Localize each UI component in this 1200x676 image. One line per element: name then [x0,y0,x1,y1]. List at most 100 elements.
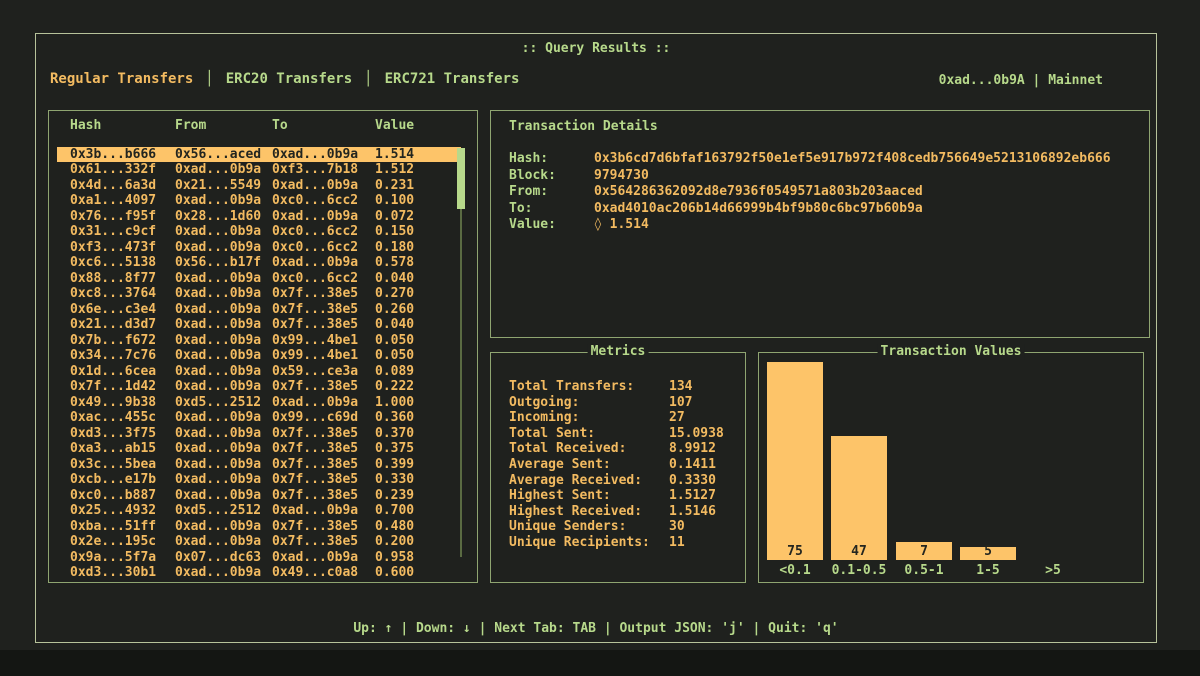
table-cell: 0.239 [375,488,461,504]
tab-erc20-transfers[interactable]: ERC20 Transfers [226,71,352,87]
scrollbar-track[interactable] [460,209,462,557]
metrics-title: Metrics [588,344,649,360]
table-cell: 0x99...c69d [272,410,375,426]
table-cell: 0xad...0b9a [175,488,272,504]
table-row[interactable]: 0x31...c9cf0xad...0b9a0xc0...6cc20.150 [57,224,461,240]
table-cell: 0.600 [375,565,461,581]
table-row[interactable]: 0x7f...1d420xad...0b9a0x7f...38e50.222 [57,379,461,395]
chart-x-tick-label: >5 [1025,564,1081,578]
table-cell: 0xad...0b9a [272,178,375,194]
table-cell: 0x61...332f [70,162,175,178]
table-row[interactable]: 0xf3...473f0xad...0b9a0xc0...6cc20.180 [57,240,461,256]
table-cell: 0xc6...5138 [70,255,175,271]
metric-row: Total Sent:15.0938 [509,426,745,442]
table-cell: 0xac...455c [70,410,175,426]
details-field-value: 0xad4010ac206b14d66999b4bf9b80c6bc97b60b… [594,201,1149,218]
details-field: Block:9794730 [509,168,1149,185]
table-cell: 0.040 [375,317,461,333]
table-row[interactable]: 0x3b...b6660x56...aced0xad...0b9a1.514 [57,147,461,163]
table-row[interactable]: 0x21...d3d70xad...0b9a0x7f...38e50.040 [57,317,461,333]
table-row[interactable]: 0x6e...c3e40xad...0b9a0x7f...38e50.260 [57,302,461,318]
table-cell: 0x99...4be1 [272,348,375,364]
tab-regular-transfers[interactable]: Regular Transfers [50,71,193,87]
table-cell: 0.260 [375,302,461,318]
metric-value: 30 [669,519,745,535]
table-cell: 1.512 [375,162,461,178]
table-row[interactable]: 0x25...49320xd5...25120xad...0b9a0.700 [57,503,461,519]
table-cell: 0x7f...38e5 [272,379,375,395]
table-row[interactable]: 0x2e...195c0xad...0b9a0x7f...38e50.200 [57,534,461,550]
table-cell: 1.514 [375,147,461,163]
details-field: Hash:0x3b6cd7d6bfaf163792f50e1ef5e917b97… [509,151,1149,168]
table-cell: 0xad...0b9a [175,286,272,302]
table-row[interactable]: 0xc0...b8870xad...0b9a0x7f...38e50.239 [57,488,461,504]
table-row[interactable]: 0xcb...e17b0xad...0b9a0x7f...38e50.330 [57,472,461,488]
table-row[interactable]: 0x1d...6cea0xad...0b9a0x59...ce3a0.089 [57,364,461,380]
scrollbar-thumb[interactable] [457,148,465,209]
table-row[interactable]: 0xd3...3f750xad...0b9a0x7f...38e50.370 [57,426,461,442]
table-row[interactable]: 0xac...455c0xad...0b9a0x99...c69d0.360 [57,410,461,426]
table-cell: 0xad...0b9a [175,379,272,395]
table-row[interactable]: 0x49...9b380xd5...25120xad...0b9a1.000 [57,395,461,411]
tab-erc721-transfers[interactable]: ERC721 Transfers [385,71,520,87]
column-header-value: Value [375,118,477,134]
tab-separator: │ [364,71,372,87]
metric-row: Unique Recipients:11 [509,535,745,551]
table-cell: 0xad...0b9a [272,503,375,519]
metric-row: Average Sent:0.1411 [509,457,745,473]
table-cell: 0.700 [375,503,461,519]
table-cell: 0x49...c0a8 [272,565,375,581]
table-cell: 0xc0...6cc2 [272,224,375,240]
table-cell: 0x4d...6a3d [70,178,175,194]
table-cell: 0xad...0b9a [175,472,272,488]
metric-label: Total Transfers: [509,379,669,395]
table-cell: 0.370 [375,426,461,442]
table-cell: 0x9a...5f7a [70,550,175,566]
table-row[interactable]: 0x34...7c760xad...0b9a0x99...4be10.050 [57,348,461,364]
table-row[interactable]: 0xc6...51380x56...b17f0xad...0b9a0.578 [57,255,461,271]
table-row[interactable]: 0xd3...30b10xad...0b9a0x49...c0a80.600 [57,565,461,581]
table-cell: 0xad...0b9a [175,224,272,240]
details-field-label: Block: [509,168,594,185]
table-row[interactable]: 0xba...51ff0xad...0b9a0x7f...38e50.480 [57,519,461,535]
table-cell: 0x7b...f672 [70,333,175,349]
table-cell: 0xa1...4097 [70,193,175,209]
details-field: From:0x564286362092d8e7936f0549571a803b2… [509,184,1149,201]
transaction-values-chart: Transaction Values 75<0.1470.1-0.570.5-1… [758,352,1144,583]
chart-x-tick-label: 0.1-0.5 [831,564,887,578]
metric-value: 107 [669,395,745,411]
table-row[interactable]: 0xa1...40970xad...0b9a0xc0...6cc20.100 [57,193,461,209]
table-row[interactable]: 0x3c...5bea0xad...0b9a0x7f...38e50.399 [57,457,461,473]
table-row[interactable]: 0xa3...ab150xad...0b9a0x7f...38e50.375 [57,441,461,457]
table-cell: 0x31...c9cf [70,224,175,240]
table-row[interactable]: 0x4d...6a3d0x21...55490xad...0b9a0.231 [57,178,461,194]
table-cell: 0xad...0b9a [175,457,272,473]
table-cell: 0xad...0b9a [175,519,272,535]
transaction-details-panel: Transaction Details Hash:0x3b6cd7d6bfaf1… [490,110,1150,338]
chart-bar-value: 5 [960,545,1016,559]
table-cell: 0x7f...38e5 [272,472,375,488]
chart-bar [831,436,887,560]
table-row[interactable]: 0x61...332f0xad...0b9a0xf3...7b181.512 [57,162,461,178]
table-row[interactable]: 0x88...8f770xad...0b9a0xc0...6cc20.040 [57,271,461,287]
table-cell: 0xad...0b9a [175,193,272,209]
table-cell: 0xc0...6cc2 [272,193,375,209]
table-cell: 0xad...0b9a [175,565,272,581]
metric-row: Total Transfers:134 [509,379,745,395]
table-cell: 0x7f...38e5 [272,286,375,302]
table-cell: 0xad...0b9a [272,395,375,411]
chart-x-tick-label: <0.1 [767,564,823,578]
table-cell: 0xc0...6cc2 [272,271,375,287]
details-field-label: Value: [509,217,594,234]
table-cell: 0.222 [375,379,461,395]
metric-label: Incoming: [509,410,669,426]
table-cell: 0xd3...30b1 [70,565,175,581]
table-row[interactable]: 0x9a...5f7a0x07...dc630xad...0b9a0.958 [57,550,461,566]
table-cell: 0x1d...6cea [70,364,175,380]
table-cell: 0x6e...c3e4 [70,302,175,318]
table-row[interactable]: 0xc8...37640xad...0b9a0x7f...38e50.270 [57,286,461,302]
table-cell: 0x3b...b666 [70,147,175,163]
table-cell: 0x7f...38e5 [272,426,375,442]
table-row[interactable]: 0x76...f95f0x28...1d600xad...0b9a0.072 [57,209,461,225]
table-row[interactable]: 0x7b...f6720xad...0b9a0x99...4be10.050 [57,333,461,349]
